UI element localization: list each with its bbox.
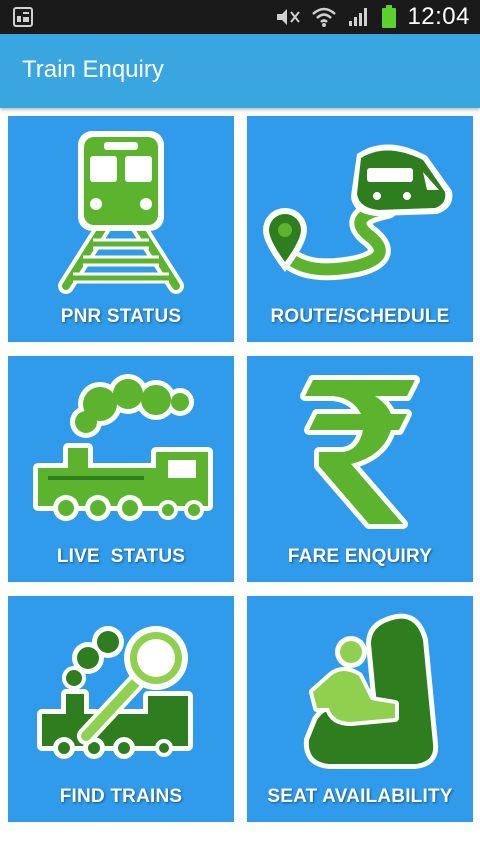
route-train-icon — [263, 144, 453, 281]
rupee-icon — [300, 375, 420, 529]
fare-enquiry-label: FARE ENQUIRY — [287, 546, 433, 567]
pnr-status-tile[interactable]: PNR STATUS — [8, 116, 234, 342]
find-trains-tile[interactable]: FIND TRAINS — [8, 596, 234, 822]
status-bar: 12:04 — [0, 0, 480, 34]
app-title: Train Enquiry — [22, 56, 164, 83]
live-status-label: LIVE STATUS — [56, 546, 186, 567]
fare-enquiry-tile[interactable]: FARE ENQUIRY — [247, 356, 473, 582]
pnr-status-label: PNR STATUS — [60, 306, 182, 327]
status-time: 12:04 — [407, 3, 470, 30]
seat-availability-label: SEAT AVAILABILITY — [267, 786, 453, 807]
seat-availability-tile[interactable]: SEAT AVAILABILITY — [247, 596, 473, 822]
wifi-icon — [312, 7, 337, 27]
route-schedule-tile[interactable]: ROUTE/SCHEDULE — [247, 116, 473, 342]
seat-icon — [303, 613, 439, 769]
route-schedule-label: ROUTE/SCHEDULE — [270, 306, 450, 327]
screenshot-icon — [13, 7, 33, 27]
live-status-tile[interactable]: LIVE STATUS — [8, 356, 234, 582]
find-trains-label: FIND TRAINS — [59, 786, 183, 807]
app-bar: Train Enquiry — [0, 34, 480, 108]
train-track-icon — [58, 131, 184, 294]
steam-locomotive-icon — [33, 374, 213, 521]
train-search-icon — [37, 626, 193, 759]
signal-icon — [349, 8, 368, 26]
mute-icon — [277, 9, 301, 25]
battery-icon — [382, 5, 397, 28]
